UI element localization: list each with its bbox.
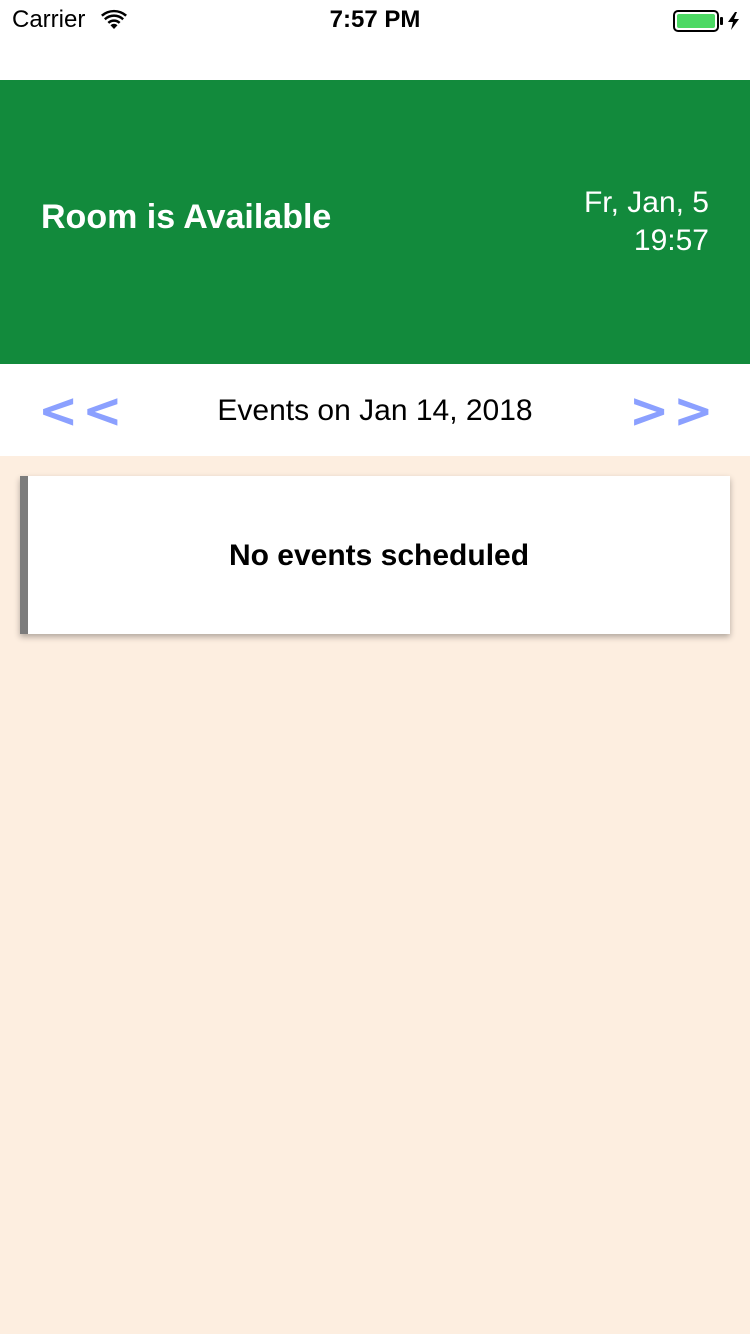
room-status-title: Room is Available bbox=[41, 198, 332, 236]
current-datetime: Fr, Jan, 5 19:57 bbox=[584, 184, 709, 260]
current-time: 19:57 bbox=[633, 224, 709, 257]
status-time: 7:57 PM bbox=[329, 6, 421, 33]
battery-charging-icon bbox=[673, 10, 739, 32]
no-events-message: No events scheduled bbox=[228, 539, 530, 572]
next-day-button[interactable]: >> bbox=[629, 386, 713, 436]
event-card: No events scheduled bbox=[20, 476, 730, 634]
status-bar: Carrier 7:57 PM bbox=[0, 0, 750, 80]
card-accent-bar bbox=[20, 476, 28, 634]
previous-day-button[interactable]: << bbox=[38, 386, 122, 436]
events-date-title: Events on Jan 14, 2018 bbox=[217, 394, 533, 427]
current-date: Fr, Jan, 5 bbox=[583, 186, 709, 219]
